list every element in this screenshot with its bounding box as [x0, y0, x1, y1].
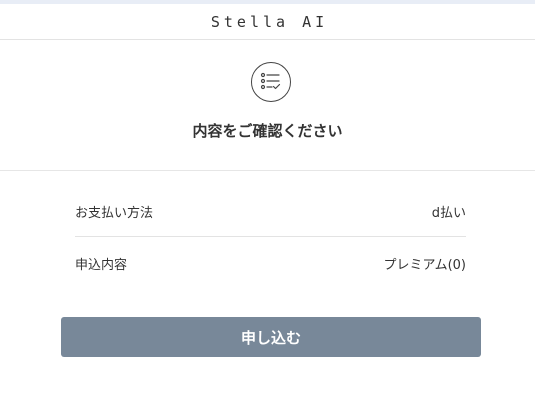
confirmation-page: Stella AI 内容をご確認ください お支払い方法 d払い 申込内容 プレミ…	[0, 0, 535, 397]
apply-button[interactable]: 申し込む	[61, 317, 481, 357]
order-details: お支払い方法 d払い 申込内容 プレミアム(0)	[75, 186, 466, 290]
app-header: Stella AI	[0, 4, 535, 40]
payment-method-label: お支払い方法	[75, 205, 154, 221]
payment-method-row: お支払い方法 d払い	[75, 186, 466, 237]
page-title: 内容をご確認ください	[192, 122, 343, 140]
checklist-icon	[251, 62, 291, 102]
brand-title: Stella AI	[210, 12, 329, 31]
plan-label: 申込内容	[75, 258, 128, 273]
confirm-section: 内容をご確認ください	[0, 40, 535, 171]
payment-method-value: d払い	[431, 205, 466, 221]
plan-value: プレミアム(0)	[383, 258, 466, 273]
plan-row: 申込内容 プレミアム(0)	[75, 237, 466, 290]
